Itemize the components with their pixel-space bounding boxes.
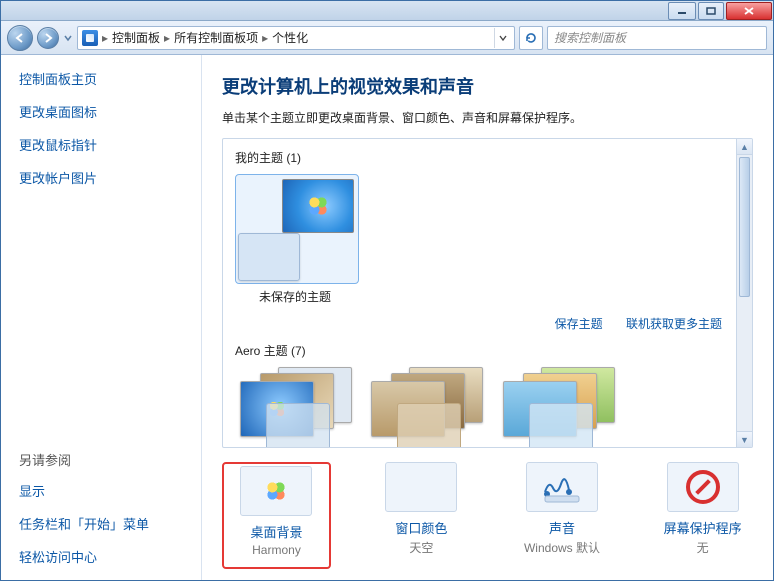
- theme-thumb: [371, 367, 481, 448]
- theme-thumb: [503, 367, 613, 448]
- back-button[interactable]: [7, 25, 33, 51]
- window-titlebar: [1, 1, 773, 21]
- sounds-icon: [526, 462, 598, 512]
- aero-themes-label: Aero 主题 (7): [235, 342, 740, 359]
- theme-characters[interactable]: 人物: [498, 367, 618, 448]
- breadcrumb-seg-3[interactable]: 个性化: [272, 29, 308, 46]
- breadcrumb-sep: ▸: [262, 31, 268, 45]
- sidebar-link-taskbar-start[interactable]: 任务栏和「开始」菜单: [19, 514, 201, 533]
- tile-sounds[interactable]: 声音 Windows 默认: [512, 462, 613, 569]
- refresh-button[interactable]: [519, 26, 543, 50]
- themes-panel: ▲ ▼ 我的主题 (1) 未保存的主题 保存主题 联机获取更多主题 Aero 主…: [222, 138, 753, 448]
- scroll-down-button[interactable]: ▼: [737, 431, 752, 447]
- aero-glass-icon: [238, 233, 300, 281]
- tile-screen-saver[interactable]: 屏幕保护程序 无: [652, 462, 753, 569]
- scroll-up-button[interactable]: ▲: [737, 139, 752, 155]
- tile-title: 声音: [512, 518, 613, 537]
- breadcrumb-seg-2[interactable]: 所有控制面板项: [174, 29, 258, 46]
- tile-sub: Harmony: [224, 543, 329, 557]
- sidebar-link-desktop-icons[interactable]: 更改桌面图标: [19, 102, 201, 121]
- scroll-thumb[interactable]: [739, 157, 750, 297]
- save-theme-link[interactable]: 保存主题: [555, 317, 603, 331]
- tile-desktop-background[interactable]: 桌面背景 Harmony: [222, 462, 331, 569]
- arrow-right-icon: [43, 33, 53, 43]
- theme-unsaved[interactable]: 未保存的主题: [235, 174, 355, 305]
- sidebar-link-display[interactable]: 显示: [19, 481, 201, 500]
- sidebar-link-cp-home[interactable]: 控制面板主页: [19, 69, 201, 88]
- maximize-button[interactable]: [698, 2, 724, 20]
- tile-window-color[interactable]: 窗口颜色 天空: [371, 462, 472, 569]
- control-panel-icon: [82, 30, 98, 46]
- breadcrumb-seg-1[interactable]: 控制面板: [112, 29, 160, 46]
- sidebar-link-ease-of-access[interactable]: 轻松访问中心: [19, 547, 201, 566]
- arrow-left-icon: [14, 32, 26, 44]
- address-bar[interactable]: ▸ 控制面板 ▸ 所有控制面板项 ▸ 个性化: [77, 26, 515, 50]
- minimize-icon: [677, 7, 687, 15]
- window-color-icon: [385, 462, 457, 512]
- search-placeholder: 搜索控制面板: [554, 29, 626, 46]
- sidebar-link-account-picture[interactable]: 更改帐户图片: [19, 168, 201, 187]
- tile-title: 屏幕保护程序: [652, 518, 753, 537]
- theme-architecture[interactable]: 建筑: [366, 367, 486, 448]
- maximize-icon: [706, 7, 716, 15]
- page-subtitle: 单击某个主题立即更改桌面背景、窗口颜色、声音和屏幕保护程序。: [222, 109, 753, 126]
- sidebar-see-also-heading: 另请参阅: [19, 450, 201, 469]
- tile-title: 桌面背景: [224, 522, 329, 541]
- search-input[interactable]: 搜索控制面板: [547, 26, 767, 50]
- theme-caption: 未保存的主题: [235, 288, 355, 305]
- personalization-tiles: 桌面背景 Harmony 窗口颜色 天空 声音 Windows: [222, 462, 753, 569]
- get-more-themes-link[interactable]: 联机获取更多主题: [626, 317, 722, 331]
- minimize-button[interactable]: [668, 2, 696, 20]
- address-dropdown[interactable]: [494, 28, 510, 48]
- theme-windows7[interactable]: Windows 7: [235, 367, 355, 448]
- content-area: 更改计算机上的视觉效果和声音 单击某个主题立即更改桌面背景、窗口颜色、声音和屏幕…: [202, 55, 773, 580]
- sidebar-link-mouse-pointers[interactable]: 更改鼠标指针: [19, 135, 201, 154]
- history-dropdown-icon[interactable]: [63, 31, 73, 45]
- sidebar: 控制面板主页 更改桌面图标 更改鼠标指针 更改帐户图片 另请参阅 显示 任务栏和…: [1, 55, 201, 580]
- tile-sub: Windows 默认: [512, 539, 613, 556]
- theme-thumb: [240, 367, 350, 448]
- tile-sub: 天空: [371, 539, 472, 556]
- refresh-icon: [524, 31, 538, 45]
- themes-scrollbar[interactable]: ▲ ▼: [736, 139, 752, 447]
- screen-saver-icon: [667, 462, 739, 512]
- breadcrumb-sep: ▸: [102, 31, 108, 45]
- tile-sub: 无: [652, 539, 753, 556]
- desktop-background-icon: [240, 466, 312, 516]
- close-icon: [744, 7, 754, 15]
- close-button[interactable]: [726, 2, 772, 20]
- my-themes-label: 我的主题 (1): [235, 149, 740, 166]
- breadcrumb-sep: ▸: [164, 31, 170, 45]
- forward-button[interactable]: [37, 27, 59, 49]
- tile-title: 窗口颜色: [371, 518, 472, 537]
- chevron-down-icon: [499, 34, 507, 42]
- none-icon: [686, 470, 720, 504]
- page-title: 更改计算机上的视觉效果和声音: [222, 73, 753, 99]
- theme-thumb: [235, 174, 359, 284]
- explorer-toolbar: ▸ 控制面板 ▸ 所有控制面板项 ▸ 个性化 搜索控制面板: [1, 21, 773, 55]
- wallpaper-icon: [282, 179, 354, 233]
